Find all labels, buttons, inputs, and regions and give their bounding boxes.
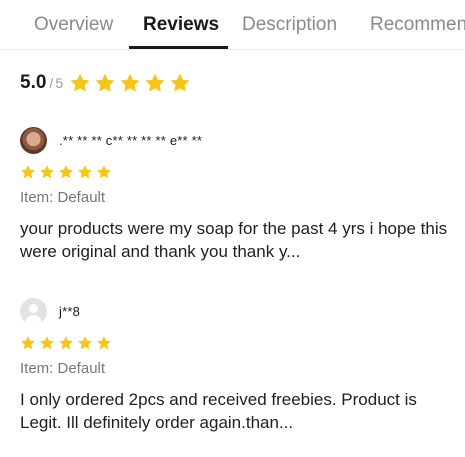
review-item: j**8 Item: Default I only ordered 2pcs a… [20,297,460,434]
review-stars [20,164,460,180]
star-icon [20,164,36,180]
reviewer-name: .** ** ** c** ** ** ** e** ** [59,132,203,148]
star-icon [20,335,36,351]
active-tab-indicator [129,46,228,49]
average-rating: 5.0 [20,72,47,93]
review-text[interactable]: your products were my soap for the past … [20,217,452,263]
star-icon [39,335,55,351]
review-stars [20,335,460,351]
item-variant: Item: Default [20,189,106,206]
star-icon [77,335,93,351]
tab-overview[interactable]: Overview [34,14,113,36]
tab-bar: Overview Reviews Description Recommen [0,0,465,50]
star-icon [69,72,91,94]
star-icon [96,164,112,180]
star-icon [58,164,74,180]
star-icon [77,164,93,180]
tab-recommend[interactable]: Recommen [370,14,465,36]
summary-stars [69,72,191,94]
reviewer-name: j**8 [59,303,81,319]
rating-max: 5 [55,75,64,91]
star-icon [58,335,74,351]
star-icon [94,72,116,94]
rating-separator: / [49,75,54,91]
user-photo-avatar [20,126,47,154]
rating-summary: 5.0 / 5 [20,70,191,96]
star-icon [119,72,141,94]
star-icon [39,164,55,180]
star-icon [144,72,166,94]
default-avatar-icon [20,297,47,325]
star-icon [96,335,112,351]
review-text[interactable]: I only ordered 2pcs and received freebie… [20,388,452,434]
item-variant: Item: Default [20,360,106,377]
reviewer-info: j**8 [20,297,460,325]
star-icon [169,72,191,94]
review-item: .** ** ** c** ** ** ** e** ** Item: Defa… [20,126,460,263]
reviewer-info: .** ** ** c** ** ** ** e** ** [20,126,460,154]
tab-description[interactable]: Description [242,14,337,36]
tab-reviews[interactable]: Reviews [143,14,219,36]
